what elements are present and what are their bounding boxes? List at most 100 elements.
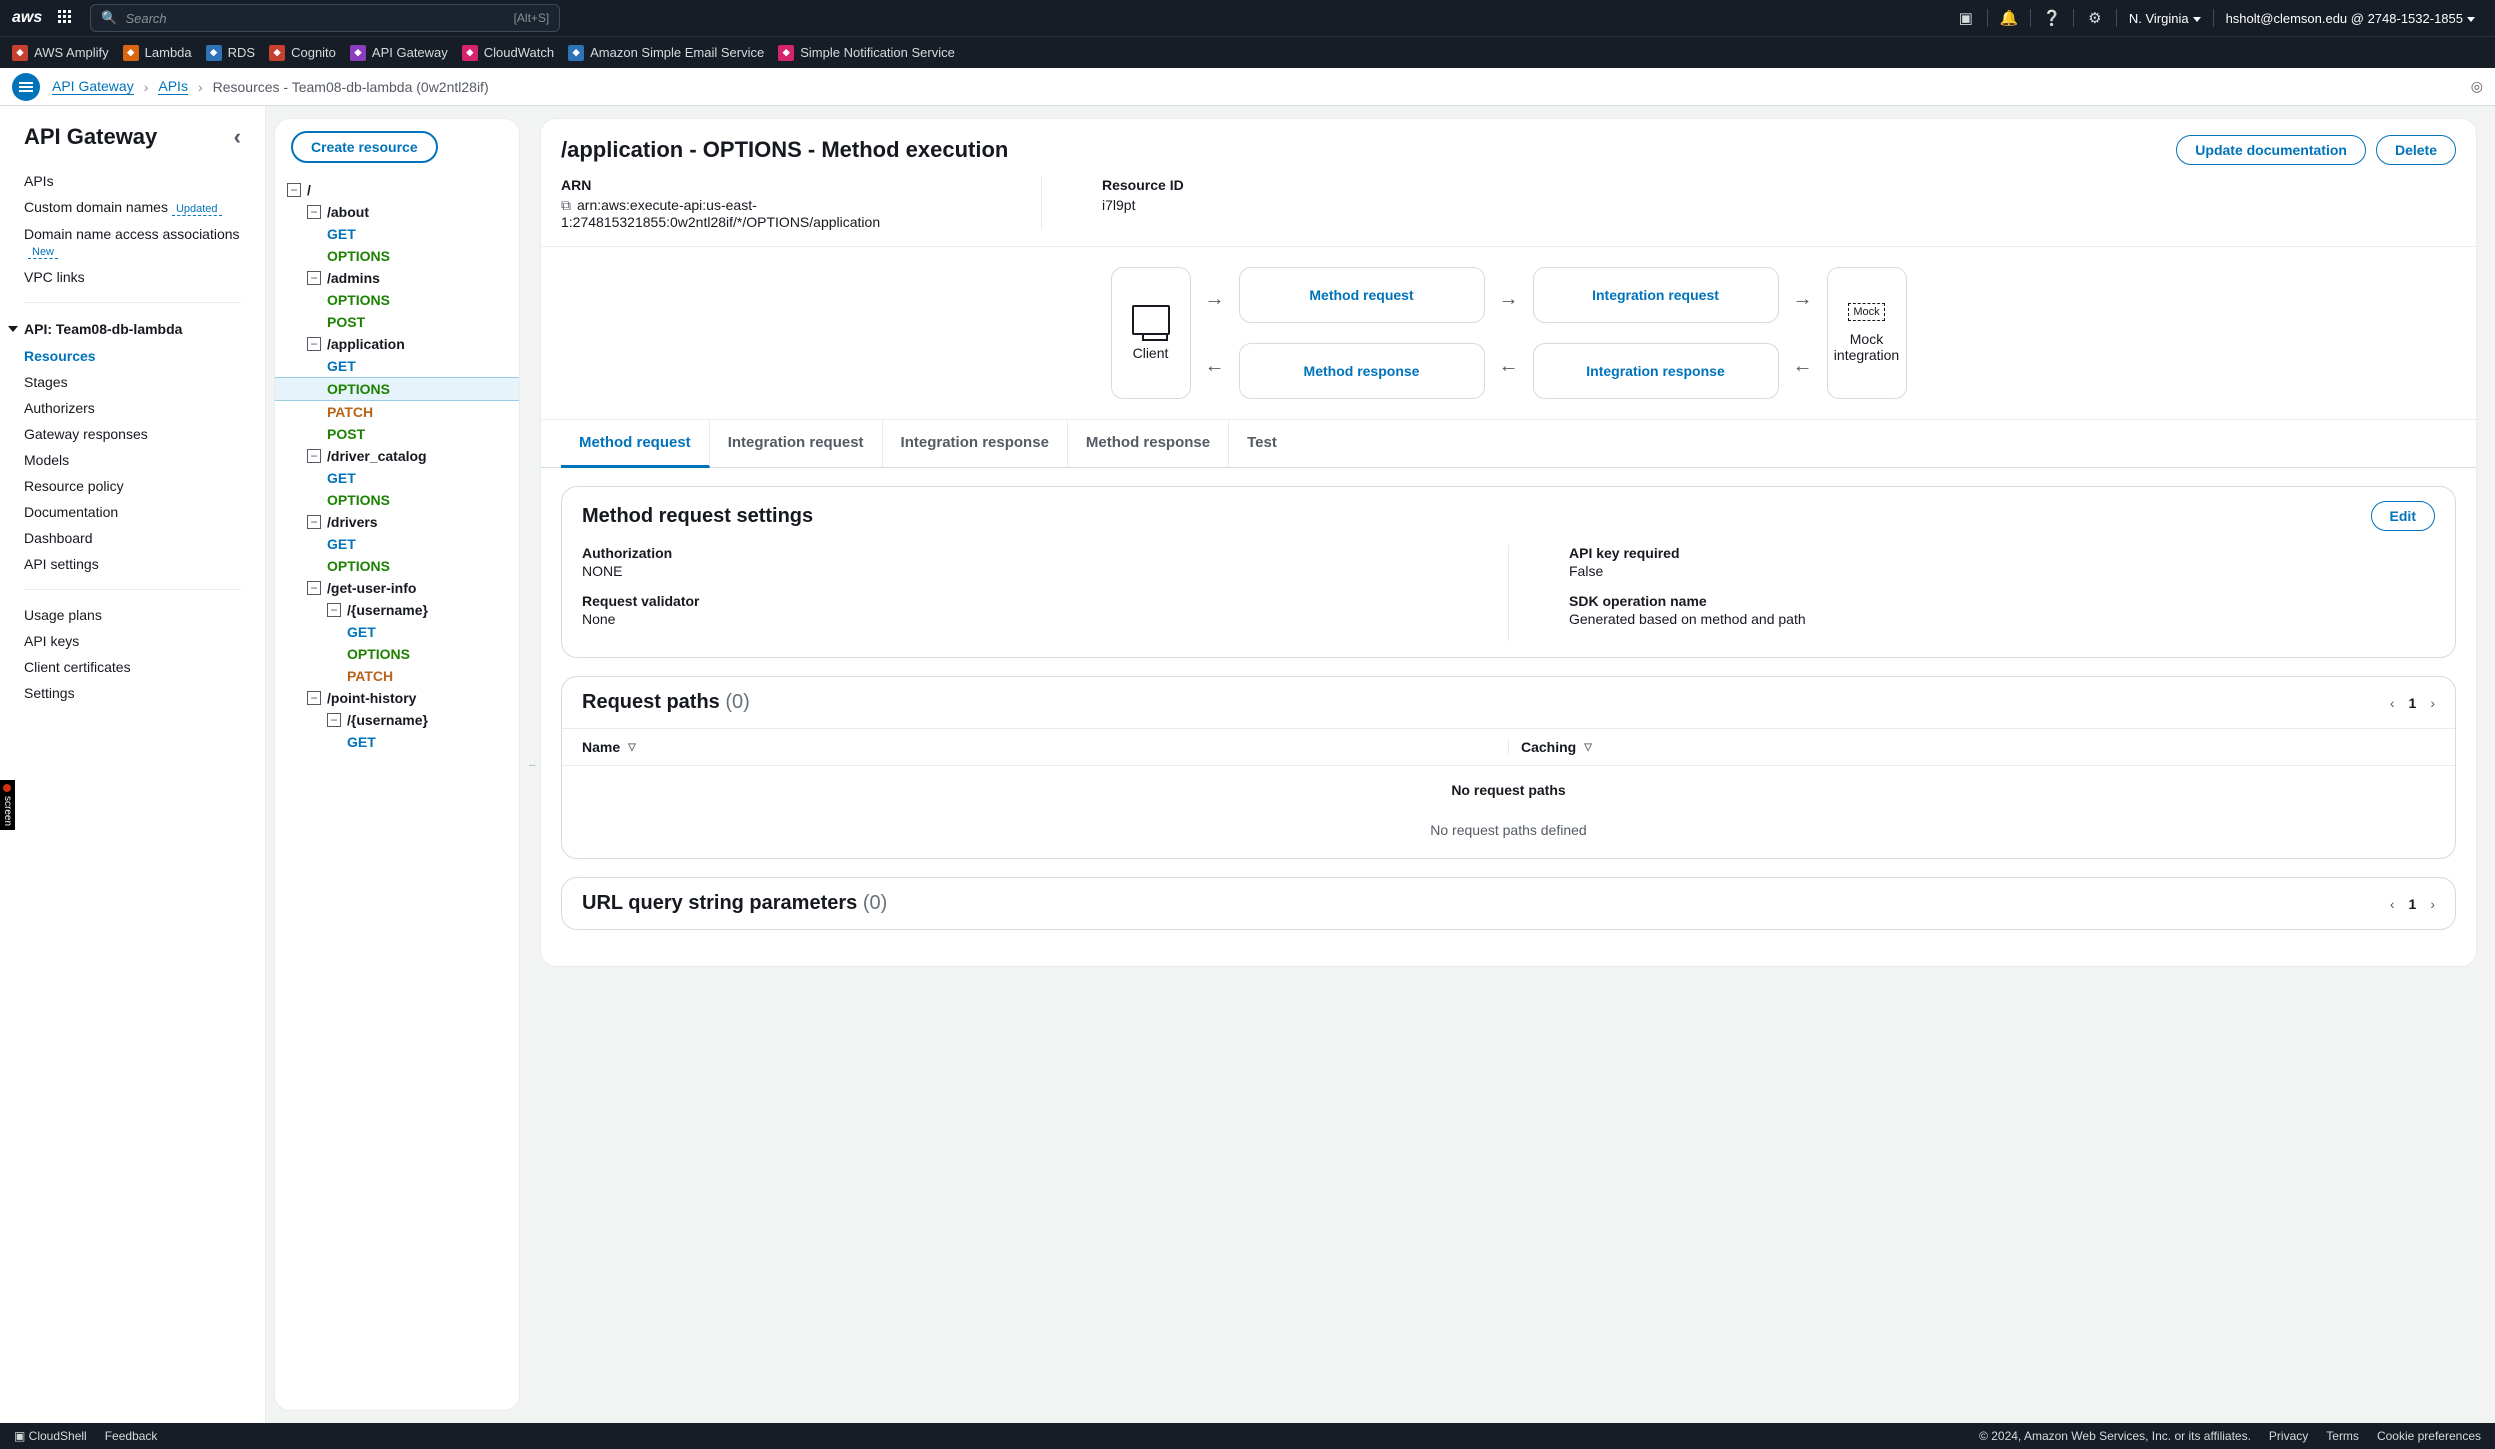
account-menu[interactable]: hsholt@clemson.edu @ 2748-1532-1855 [2218,11,2483,26]
tree-toggle-icon[interactable]: − [307,691,321,705]
sidebar-item[interactable]: Custom domain namesUpdated [24,194,241,221]
sidebar-item[interactable]: Authorizers [24,395,241,421]
create-resource-button[interactable]: Create resource [291,131,438,163]
tree-row[interactable]: PATCH [275,665,519,687]
update-documentation-button[interactable]: Update documentation [2176,135,2366,165]
tree-row[interactable]: OPTIONS [275,555,519,577]
method-request-box[interactable]: Method request [1239,267,1485,323]
sidebar-item[interactable]: Documentation [24,499,241,525]
tree-row[interactable]: GET [275,355,519,377]
next-page-icon[interactable]: › [2430,695,2435,711]
sidebar-item[interactable]: API settings [24,551,241,577]
column-header[interactable]: Name ▽ [582,739,1496,755]
tree-row[interactable]: PATCH [275,401,519,423]
tree-row[interactable]: −/{username} [275,599,519,621]
sidebar-item[interactable]: Domain name access associationsNew [24,221,241,264]
aws-logo[interactable]: aws [12,9,42,27]
api-section-header[interactable]: API: Team08-db-lambda [8,315,241,343]
service-shortcut[interactable]: ◆AWS Amplify [12,45,109,61]
tab[interactable]: Integration request [710,420,883,467]
prev-page-icon[interactable]: ‹ [2390,695,2395,711]
sidebar-item[interactable]: Resources [24,343,241,369]
tab[interactable]: Integration response [883,420,1068,467]
tree-row[interactable]: −/admins [275,267,519,289]
footer-link[interactable]: Terms [2326,1429,2359,1443]
tree-toggle-icon[interactable]: − [327,603,341,617]
tree-toggle-icon[interactable]: − [307,581,321,595]
service-shortcut[interactable]: ◆Cognito [269,45,336,61]
delete-button[interactable]: Delete [2376,135,2456,165]
tree-row[interactable]: −/about [275,201,519,223]
tree-row[interactable]: POST [275,311,519,333]
tree-row[interactable]: OPTIONS [275,489,519,511]
services-grid-icon[interactable] [58,10,74,26]
tree-row[interactable]: −/drivers [275,511,519,533]
collapse-sidebar-icon[interactable]: ‹ [234,124,241,150]
tree-row[interactable]: GET [275,621,519,643]
tree-toggle-icon[interactable]: − [307,205,321,219]
method-response-box[interactable]: Method response [1239,343,1485,399]
tree-row[interactable]: −/application [275,333,519,355]
service-shortcut[interactable]: ◆Amazon Simple Email Service [568,45,764,61]
copy-icon[interactable]: ⧉ [561,197,571,214]
global-search[interactable]: 🔍 Search [Alt+S] [90,4,560,32]
settings-icon[interactable]: ⚙ [2078,9,2112,27]
tree-row[interactable]: OPTIONS [275,377,519,401]
tree-row[interactable]: −/driver_catalog [275,445,519,467]
service-shortcut[interactable]: ◆RDS [206,45,255,61]
sidebar-item[interactable]: Stages [24,369,241,395]
edit-button[interactable]: Edit [2371,501,2435,531]
tree-row[interactable]: −/get-user-info [275,577,519,599]
region-selector[interactable]: N. Virginia [2121,11,2209,26]
tree-row[interactable]: GET [275,467,519,489]
footer-link[interactable]: Cookie preferences [2377,1429,2481,1443]
sidebar-item[interactable]: VPC links [24,264,241,290]
tree-row[interactable]: −/ [275,179,519,201]
integration-request-box[interactable]: Integration request [1533,267,1779,323]
tab[interactable]: Test [1229,420,1295,467]
sidebar-item[interactable]: Usage plans [24,602,241,628]
tree-toggle-icon[interactable]: − [287,183,301,197]
footer-link[interactable]: Privacy [2269,1429,2308,1443]
feedback-link[interactable]: Feedback [105,1429,158,1443]
service-shortcut[interactable]: ◆Lambda [123,45,192,61]
tree-toggle-icon[interactable]: − [307,337,321,351]
tree-toggle-icon[interactable]: − [307,271,321,285]
sidebar-item[interactable]: Resource policy [24,473,241,499]
cloudshell-link[interactable]: ▣ CloudShell [14,1429,87,1443]
sidebar-item[interactable]: Client certificates [24,654,241,680]
tab[interactable]: Method response [1068,420,1229,467]
service-shortcut[interactable]: ◆Simple Notification Service [778,45,955,61]
hamburger-icon[interactable] [12,73,40,101]
notifications-icon[interactable]: 🔔 [1992,9,2026,27]
tree-row[interactable]: OPTIONS [275,245,519,267]
sidebar-item[interactable]: API keys [24,628,241,654]
tree-row[interactable]: −/{username} [275,709,519,731]
integration-response-box[interactable]: Integration response [1533,343,1779,399]
tree-row[interactable]: POST [275,423,519,445]
help-panel-icon[interactable]: ◎ [2471,78,2483,95]
tree-row[interactable]: GET [275,533,519,555]
tree-row[interactable]: OPTIONS [275,643,519,665]
prev-page-icon[interactable]: ‹ [2390,896,2395,912]
next-page-icon[interactable]: › [2430,896,2435,912]
sidebar-item[interactable]: APIs [24,168,241,194]
help-icon[interactable]: ❔ [2035,9,2069,27]
cloudshell-icon[interactable]: ▣ [1949,9,1983,27]
tree-row[interactable]: GET [275,731,519,753]
tree-row[interactable]: GET [275,223,519,245]
sidebar-item[interactable]: Settings [24,680,241,706]
column-header[interactable]: Caching ▽ [1521,739,2435,755]
breadcrumb-link[interactable]: APIs [158,78,188,95]
tree-toggle-icon[interactable]: − [327,713,341,727]
tree-row[interactable]: OPTIONS [275,289,519,311]
service-shortcut[interactable]: ◆API Gateway [350,45,448,61]
sidebar-item[interactable]: Gateway responses [24,421,241,447]
tree-row[interactable]: −/point-history [275,687,519,709]
sidebar-item[interactable]: Models [24,447,241,473]
tree-toggle-icon[interactable]: − [307,449,321,463]
tab[interactable]: Method request [561,420,710,468]
tree-toggle-icon[interactable]: − [307,515,321,529]
service-shortcut[interactable]: ◆CloudWatch [462,45,554,61]
sidebar-item[interactable]: Dashboard [24,525,241,551]
